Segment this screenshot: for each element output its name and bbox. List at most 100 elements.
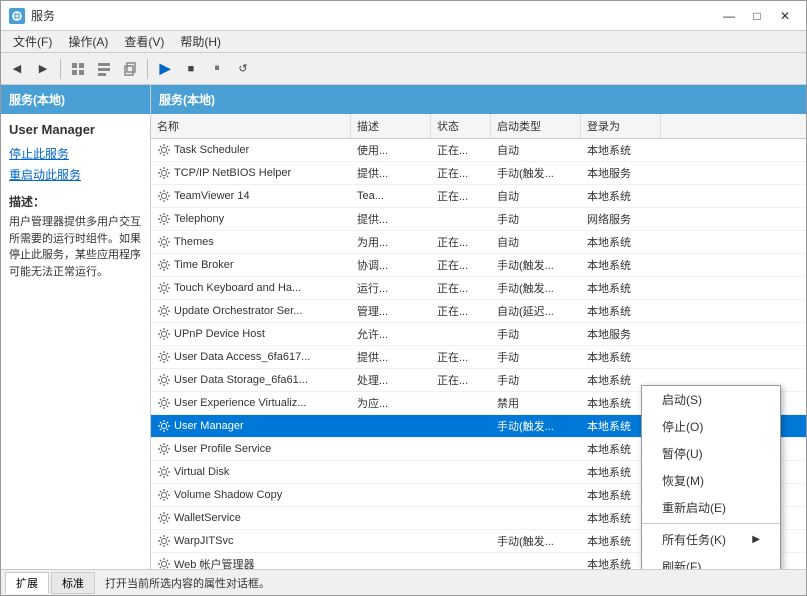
- tb-sep1: [60, 59, 61, 79]
- cell-name: Virtual Disk: [151, 461, 351, 483]
- tb-copy[interactable]: [118, 57, 142, 81]
- cell-desc: 为应...: [351, 392, 431, 414]
- cell-status: 正在...: [431, 231, 491, 253]
- table-header: 名称 描述 状态 启动类型 登录为: [151, 114, 806, 139]
- cell-name: Touch Keyboard and Ha...: [151, 277, 351, 299]
- ctx-label: 停止(O): [662, 418, 703, 435]
- table-row[interactable]: Task Scheduler 使用... 正在... 自动 本地系统: [151, 139, 806, 162]
- cell-startup: 自动: [491, 139, 581, 161]
- ctx-label: 启动(S): [662, 391, 702, 408]
- ctx-item-所有任务(K)[interactable]: 所有任务(K)▶: [642, 526, 780, 553]
- cell-desc: 协调...: [351, 254, 431, 276]
- left-panel-body: User Manager 停止此服务 重启动此服务 描述： 用户管理器提供多用户…: [1, 114, 150, 569]
- tb-stop[interactable]: ■: [179, 57, 203, 81]
- tab-standard[interactable]: 标准: [51, 572, 95, 594]
- table-row[interactable]: UPnP Device Host 允许... 手动 本地服务: [151, 323, 806, 346]
- menu-action[interactable]: 操作(A): [60, 31, 116, 52]
- cell-login: 本地系统: [581, 139, 661, 161]
- cell-status: 正在...: [431, 185, 491, 207]
- cell-name: User Experience Virtualiz...: [151, 392, 351, 414]
- cell-desc: [351, 415, 431, 437]
- tb-view[interactable]: [92, 57, 116, 81]
- title-controls: — □ ✕: [716, 6, 798, 26]
- menu-bar: 文件(F) 操作(A) 查看(V) 帮助(H): [1, 31, 806, 53]
- cell-startup: 自动: [491, 231, 581, 253]
- tb-blue[interactable]: ▶: [153, 57, 177, 81]
- menu-file[interactable]: 文件(F): [5, 31, 60, 52]
- stop-service-link[interactable]: 停止此服务: [9, 145, 142, 162]
- ctx-item-停止(O)[interactable]: 停止(O): [642, 413, 780, 440]
- desc-text: 用户管理器提供多用户交互所需要的运行时组件。如果停止此服务，某些应用程序可能无法…: [9, 214, 142, 280]
- ctx-item-恢复(M)[interactable]: 恢复(M): [642, 467, 780, 494]
- context-menu: 启动(S) 停止(O) 暂停(U)恢复(M) 重新启动(E) 所有任务(K)▶刷新(F)…: [641, 385, 781, 569]
- restart-service-link[interactable]: 重启动此服务: [9, 166, 142, 183]
- menu-view[interactable]: 查看(V): [116, 31, 172, 52]
- cell-name: UPnP Device Host: [151, 323, 351, 345]
- tb-restart[interactable]: ↺: [231, 57, 255, 81]
- table-row[interactable]: User Data Access_6fa617... 提供... 正在... 手…: [151, 346, 806, 369]
- cell-startup: 手动(触发...: [491, 162, 581, 184]
- ctx-item-启动(S)[interactable]: 启动(S): [642, 386, 780, 413]
- cell-name: TCP/IP NetBIOS Helper: [151, 162, 351, 184]
- tb-forward[interactable]: ▶: [31, 57, 55, 81]
- cell-name: User Profile Service: [151, 438, 351, 460]
- col-name[interactable]: 名称: [151, 114, 351, 138]
- tb-up[interactable]: [66, 57, 90, 81]
- tb-pause[interactable]: ⏸: [205, 57, 229, 81]
- cell-status: [431, 530, 491, 552]
- cell-login: 本地服务: [581, 162, 661, 184]
- cell-name: WalletService: [151, 507, 351, 529]
- col-startup[interactable]: 启动类型: [491, 114, 581, 138]
- table-row[interactable]: Touch Keyboard and Ha... 运行... 正在... 手动(…: [151, 277, 806, 300]
- cell-status: [431, 208, 491, 230]
- cell-name: Task Scheduler: [151, 139, 351, 161]
- table-row[interactable]: Telephony 提供... 手动 网络服务: [151, 208, 806, 231]
- cell-login: 本地系统: [581, 254, 661, 276]
- cell-desc: 使用...: [351, 139, 431, 161]
- minimize-button[interactable]: —: [716, 6, 742, 26]
- cell-status: [431, 392, 491, 414]
- cell-startup: 手动: [491, 369, 581, 391]
- cell-name: Telephony: [151, 208, 351, 230]
- cell-name: WarpJITSvc: [151, 530, 351, 552]
- window-title: 服务: [31, 7, 55, 24]
- ctx-separator: [642, 523, 780, 524]
- col-desc[interactable]: 描述: [351, 114, 431, 138]
- cell-name: User Manager: [151, 415, 351, 437]
- cell-startup: [491, 461, 581, 483]
- cell-status: 正在...: [431, 369, 491, 391]
- col-status[interactable]: 状态: [431, 114, 491, 138]
- cell-startup: 禁用: [491, 392, 581, 414]
- cell-login: 网络服务: [581, 208, 661, 230]
- table-row[interactable]: Time Broker 协调... 正在... 手动(触发... 本地系统: [151, 254, 806, 277]
- table-row[interactable]: Themes 为用... 正在... 自动 本地系统: [151, 231, 806, 254]
- cell-startup: [491, 553, 581, 569]
- table-row[interactable]: TeamViewer 14 Tea... 正在... 自动 本地系统: [151, 185, 806, 208]
- ctx-item-重新启动(E)[interactable]: 重新启动(E): [642, 494, 780, 521]
- cell-login: 本地系统: [581, 185, 661, 207]
- tb-back[interactable]: ◀: [5, 57, 29, 81]
- menu-help[interactable]: 帮助(H): [172, 31, 229, 52]
- cell-name: User Data Access_6fa617...: [151, 346, 351, 368]
- cell-startup: 手动: [491, 208, 581, 230]
- cell-startup: 手动: [491, 323, 581, 345]
- cell-startup: [491, 438, 581, 460]
- col-login[interactable]: 登录为: [581, 114, 661, 138]
- cell-name: Volume Shadow Copy: [151, 484, 351, 506]
- ctx-arrow: ▶: [752, 534, 760, 545]
- tab-expand[interactable]: 扩展: [5, 572, 49, 594]
- ctx-item-刷新(F)[interactable]: 刷新(F): [642, 553, 780, 569]
- cell-desc: [351, 507, 431, 529]
- cell-status: 正在...: [431, 254, 491, 276]
- maximize-button[interactable]: □: [744, 6, 770, 26]
- ctx-item-暂停(U)[interactable]: 暂停(U): [642, 440, 780, 467]
- cell-startup: 手动(触发...: [491, 415, 581, 437]
- left-panel: 服务(本地) User Manager 停止此服务 重启动此服务 描述： 用户管…: [1, 85, 151, 569]
- table-row[interactable]: Update Orchestrator Ser... 管理... 正在... 自…: [151, 300, 806, 323]
- close-button[interactable]: ✕: [772, 6, 798, 26]
- table-row[interactable]: TCP/IP NetBIOS Helper 提供... 正在... 手动(触发.…: [151, 162, 806, 185]
- cell-login: 本地系统: [581, 346, 661, 368]
- cell-desc: 提供...: [351, 162, 431, 184]
- cell-login: 本地系统: [581, 277, 661, 299]
- ctx-label: 重新启动(E): [662, 499, 726, 516]
